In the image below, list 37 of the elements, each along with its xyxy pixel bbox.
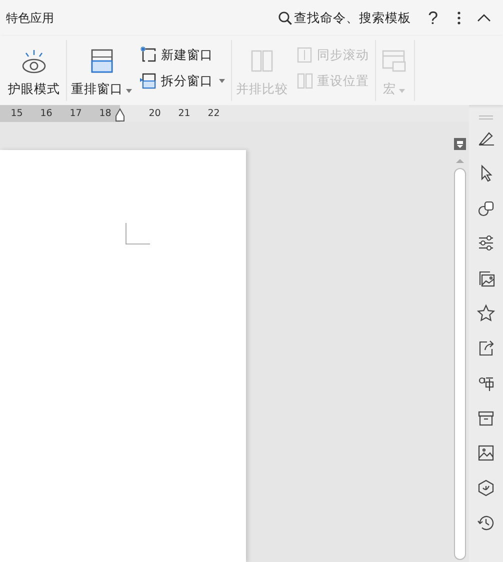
- ruler-number: 20: [148, 108, 162, 119]
- history-icon[interactable]: [477, 514, 495, 532]
- shapes-icon[interactable]: [477, 199, 495, 217]
- panel-title: 特色应用: [6, 10, 55, 26]
- ribbon-button[interactable]: 护眼模式: [8, 45, 60, 101]
- new-window-icon: [140, 46, 158, 64]
- ruler-toggle-icon[interactable]: [454, 138, 466, 150]
- collapse-icon[interactable]: [477, 14, 491, 22]
- ruler-number: 17: [68, 108, 83, 119]
- search-button[interactable]: 查找命令、搜索模板: [278, 10, 411, 26]
- sliders-icon[interactable]: [477, 234, 495, 252]
- ruler-number: 16: [39, 108, 54, 119]
- caret-icon: [219, 79, 225, 83]
- columns-icon: [296, 72, 314, 90]
- help-button[interactable]: ?: [423, 8, 443, 28]
- image-icon[interactable]: [477, 444, 495, 462]
- star-icon[interactable]: [477, 304, 495, 322]
- scrollbar-thumb[interactable]: [454, 168, 466, 560]
- search-icon: [278, 11, 292, 25]
- archive-box-icon[interactable]: [477, 409, 495, 427]
- indent-marker-icon[interactable]: [115, 108, 125, 122]
- ruler-number: 22: [206, 108, 221, 119]
- more-icon[interactable]: [457, 11, 461, 25]
- eye-icon: [20, 47, 48, 75]
- split-window-icon: [140, 72, 158, 90]
- share-icon[interactable]: [477, 339, 495, 357]
- ribbon-button[interactable]: 新建窗口: [140, 45, 225, 65]
- ribbon-button[interactable]: 重排窗口: [71, 45, 132, 101]
- ruler-number: 18: [98, 108, 112, 119]
- caret-icon: [399, 89, 405, 93]
- caret-icon: [126, 89, 132, 93]
- ruler-number: 15: [10, 108, 24, 119]
- ruler-number: 21: [177, 108, 192, 119]
- drag-handle-icon[interactable]: [477, 113, 495, 121]
- image-gallery-icon[interactable]: [477, 269, 495, 287]
- margin-corner-icon: [125, 223, 150, 245]
- ribbon-button[interactable]: 拆分窗口: [140, 71, 225, 91]
